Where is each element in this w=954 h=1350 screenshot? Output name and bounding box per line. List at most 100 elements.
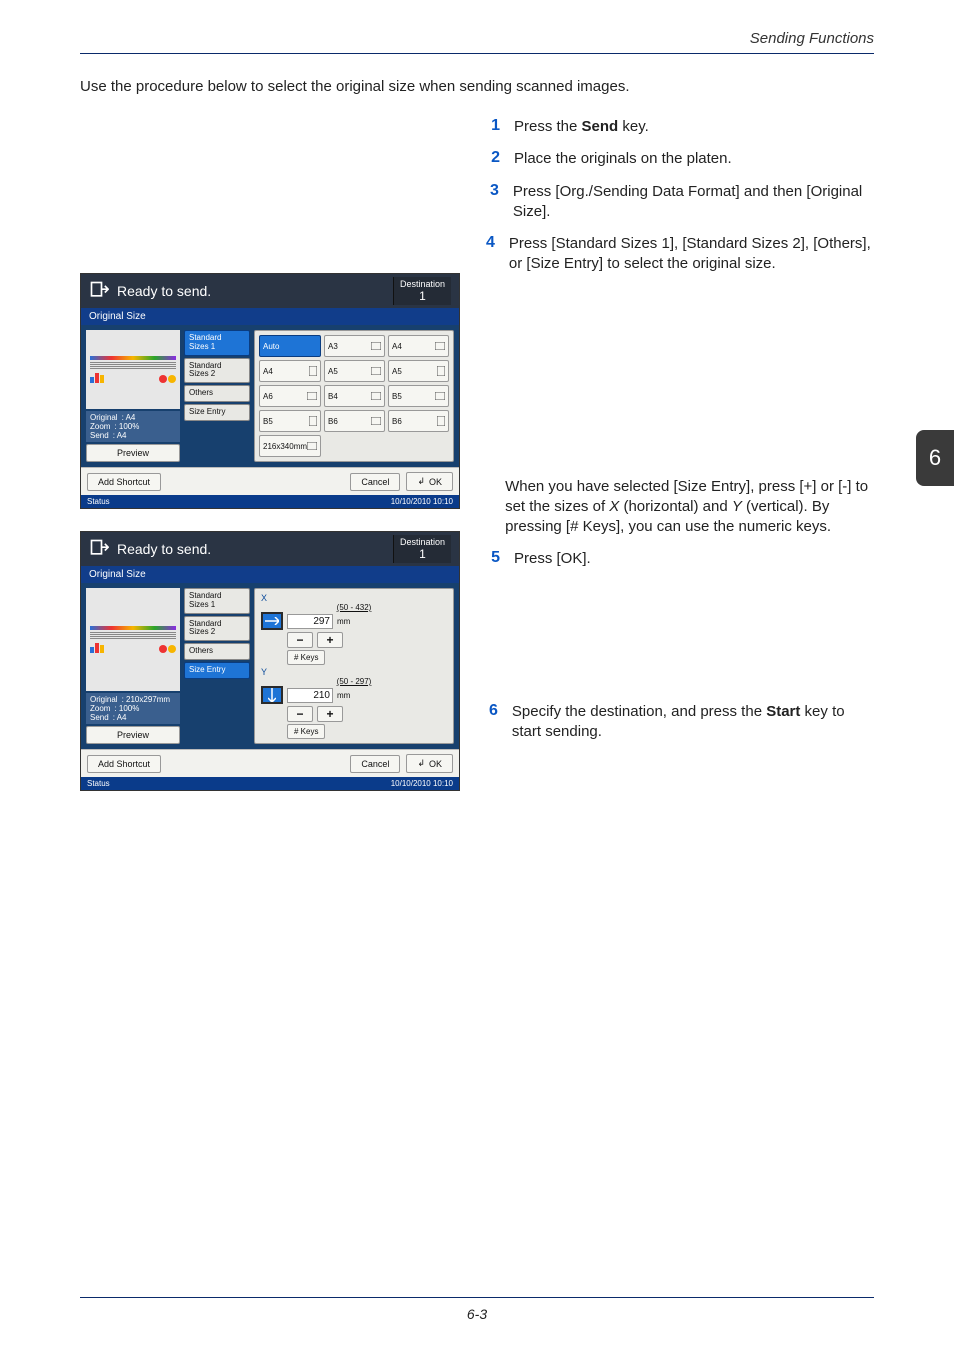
section-header: Sending Functions — [80, 30, 874, 54]
landscape-icon — [371, 342, 381, 350]
ok-button[interactable]: ↲OK — [406, 472, 453, 491]
landscape-icon — [371, 392, 381, 400]
y-numkeys-button[interactable]: # Keys — [287, 724, 325, 739]
y-value[interactable]: 210 — [287, 688, 333, 703]
size-a6[interactable]: A6 — [259, 385, 321, 407]
y-minus-button[interactable]: − — [287, 706, 313, 722]
panel-subheader: Original Size — [81, 308, 459, 325]
landscape-icon — [371, 417, 381, 425]
intro-text: Use the procedure below to select the or… — [80, 78, 874, 95]
step-1-text: Press the Send key. — [514, 117, 649, 137]
preview-info: Original: A4 Zoom: 100% Send: A4 — [86, 411, 180, 442]
panel-title: Ready to send. — [117, 541, 211, 557]
size-b4[interactable]: B4 — [324, 385, 385, 407]
ok-button[interactable]: ↲OK — [406, 754, 453, 773]
x-value[interactable]: 297 — [287, 614, 333, 629]
size-a4-portrait[interactable]: A4 — [259, 360, 321, 382]
step-number: 4 — [486, 234, 495, 275]
tab-size-entry[interactable]: Size Entry — [184, 662, 250, 679]
tab-others[interactable]: Others — [184, 643, 250, 660]
y-label: Y — [261, 667, 447, 677]
step-number: 2 — [486, 149, 500, 169]
panel-subheader: Original Size — [81, 566, 459, 583]
x-numkeys-button[interactable]: # Keys — [287, 650, 325, 665]
portrait-icon — [309, 366, 317, 376]
destination-count: 1 — [419, 289, 426, 303]
size-a5-portrait[interactable]: A5 — [388, 360, 449, 382]
landscape-icon — [371, 367, 381, 375]
x-plus-button[interactable]: + — [317, 632, 343, 648]
y-range: (50 - 297) — [261, 677, 447, 686]
y-plus-button[interactable]: + — [317, 706, 343, 722]
portrait-icon — [309, 416, 317, 426]
x-minus-button[interactable]: − — [287, 632, 313, 648]
add-shortcut-button[interactable]: Add Shortcut — [87, 755, 161, 773]
size-a4-landscape[interactable]: A4 — [388, 335, 449, 357]
send-icon — [89, 538, 109, 560]
touch-panel-size-entry: Ready to send. Destination 1 Original Si… — [80, 531, 460, 791]
step-5-text: Press [OK]. — [514, 549, 591, 569]
size-b5-landscape[interactable]: B5 — [388, 385, 449, 407]
landscape-icon — [435, 392, 445, 400]
portrait-icon — [437, 416, 445, 426]
size-b5-portrait[interactable]: B5 — [259, 410, 321, 432]
landscape-icon — [307, 392, 317, 400]
landscape-icon — [435, 342, 445, 350]
panel-title: Ready to send. — [117, 283, 211, 299]
size-b6-landscape[interactable]: B6 — [324, 410, 385, 432]
x-direction-icon — [261, 612, 283, 630]
status-timestamp: 10/10/2010 10:10 — [391, 779, 453, 788]
step-6-text: Specify the destination, and press the S… — [512, 702, 874, 743]
size-grid: Auto A3 A4 A4 A5 A5 A6 B4 B5 B5 B6 B6 21… — [254, 330, 454, 462]
y-direction-icon — [261, 686, 283, 704]
x-range: (50 - 432) — [261, 603, 447, 612]
preview-thumbnail — [86, 330, 180, 409]
preview-button[interactable]: Preview — [86, 444, 180, 462]
destination-count: 1 — [419, 547, 426, 561]
preview-button[interactable]: Preview — [86, 726, 180, 744]
portrait-icon — [437, 366, 445, 376]
status-label[interactable]: Status — [87, 779, 110, 788]
add-shortcut-button[interactable]: Add Shortcut — [87, 473, 161, 491]
tab-standard-sizes-2[interactable]: StandardSizes 2 — [184, 616, 250, 642]
chapter-tab: 6 — [916, 430, 954, 486]
cancel-button[interactable]: Cancel — [350, 473, 400, 491]
x-unit: mm — [337, 617, 350, 626]
destination-label: Destination — [400, 537, 445, 547]
size-auto[interactable]: Auto — [259, 335, 321, 357]
destination-label: Destination — [400, 279, 445, 289]
landscape-icon — [307, 442, 317, 450]
step-3-text: Press [Org./Sending Data Format] and the… — [513, 182, 874, 223]
enter-icon: ↲ — [417, 476, 425, 487]
tab-standard-sizes-1[interactable]: StandardSizes 1 — [184, 588, 250, 614]
size-a3[interactable]: A3 — [324, 335, 385, 357]
status-timestamp: 10/10/2010 10:10 — [391, 497, 453, 506]
size-216x340[interactable]: 216x340mm — [259, 435, 321, 457]
tab-size-entry[interactable]: Size Entry — [184, 404, 250, 421]
step-number: 3 — [486, 182, 499, 223]
size-entry-area: X (50 - 432) 297 mm − + # Keys — [254, 588, 454, 744]
cancel-button[interactable]: Cancel — [350, 755, 400, 773]
preview-thumbnail — [86, 588, 180, 691]
status-label[interactable]: Status — [87, 497, 110, 506]
touch-panel-standard-sizes: Ready to send. Destination 1 Original Si… — [80, 273, 460, 509]
page-number: 6-3 — [80, 1297, 874, 1322]
size-a5-landscape[interactable]: A5 — [324, 360, 385, 382]
tab-standard-sizes-1[interactable]: StandardSizes 1 — [184, 330, 250, 356]
enter-icon: ↲ — [417, 758, 425, 769]
send-icon — [89, 280, 109, 302]
step-number: 1 — [486, 117, 500, 137]
y-unit: mm — [337, 691, 350, 700]
size-b6-portrait[interactable]: B6 — [388, 410, 449, 432]
step-number — [486, 477, 491, 538]
step-number: 6 — [486, 702, 498, 743]
destination-counter: Destination 1 — [393, 277, 451, 305]
destination-counter: Destination 1 — [393, 535, 451, 563]
step-4-text: Press [Standard Sizes 1], [Standard Size… — [509, 234, 874, 275]
preview-info: Original: 210x297mm Zoom: 100% Send: A4 — [86, 693, 180, 724]
step-4b-text: When you have selected [Size Entry], pre… — [505, 477, 874, 538]
tab-others[interactable]: Others — [184, 385, 250, 402]
tab-standard-sizes-2[interactable]: StandardSizes 2 — [184, 358, 250, 384]
step-number: 5 — [486, 549, 500, 569]
x-label: X — [261, 593, 447, 603]
